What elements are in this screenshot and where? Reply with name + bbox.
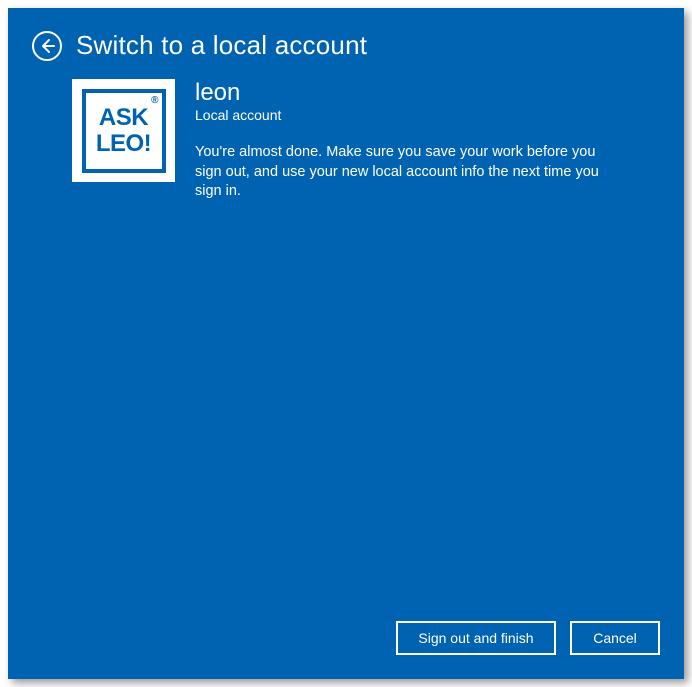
description-text: You're almost done. Make sure you save y… bbox=[195, 143, 615, 202]
account-type-label: Local account bbox=[195, 107, 660, 123]
back-arrow-icon bbox=[39, 38, 55, 54]
avatar: ® ASK LEO! bbox=[72, 79, 175, 182]
account-info: leon Local account You're almost done. M… bbox=[195, 79, 660, 202]
back-button[interactable] bbox=[32, 31, 62, 61]
avatar-text-line2: LEO! bbox=[96, 131, 151, 156]
dialog-window: Switch to a local account ® ASK LEO! leo… bbox=[8, 8, 684, 679]
avatar-registered-icon: ® bbox=[151, 95, 158, 106]
header: Switch to a local account bbox=[8, 8, 684, 71]
footer-buttons: Sign out and finish Cancel bbox=[8, 621, 684, 679]
avatar-text-line1: ASK bbox=[99, 105, 148, 130]
username-label: leon bbox=[195, 79, 660, 107]
avatar-image: ® ASK LEO! bbox=[82, 89, 166, 173]
cancel-button[interactable]: Cancel bbox=[570, 621, 660, 655]
content-area: ® ASK LEO! leon Local account You're alm… bbox=[8, 71, 684, 202]
page-title: Switch to a local account bbox=[76, 30, 367, 61]
sign-out-finish-button[interactable]: Sign out and finish bbox=[396, 621, 556, 655]
